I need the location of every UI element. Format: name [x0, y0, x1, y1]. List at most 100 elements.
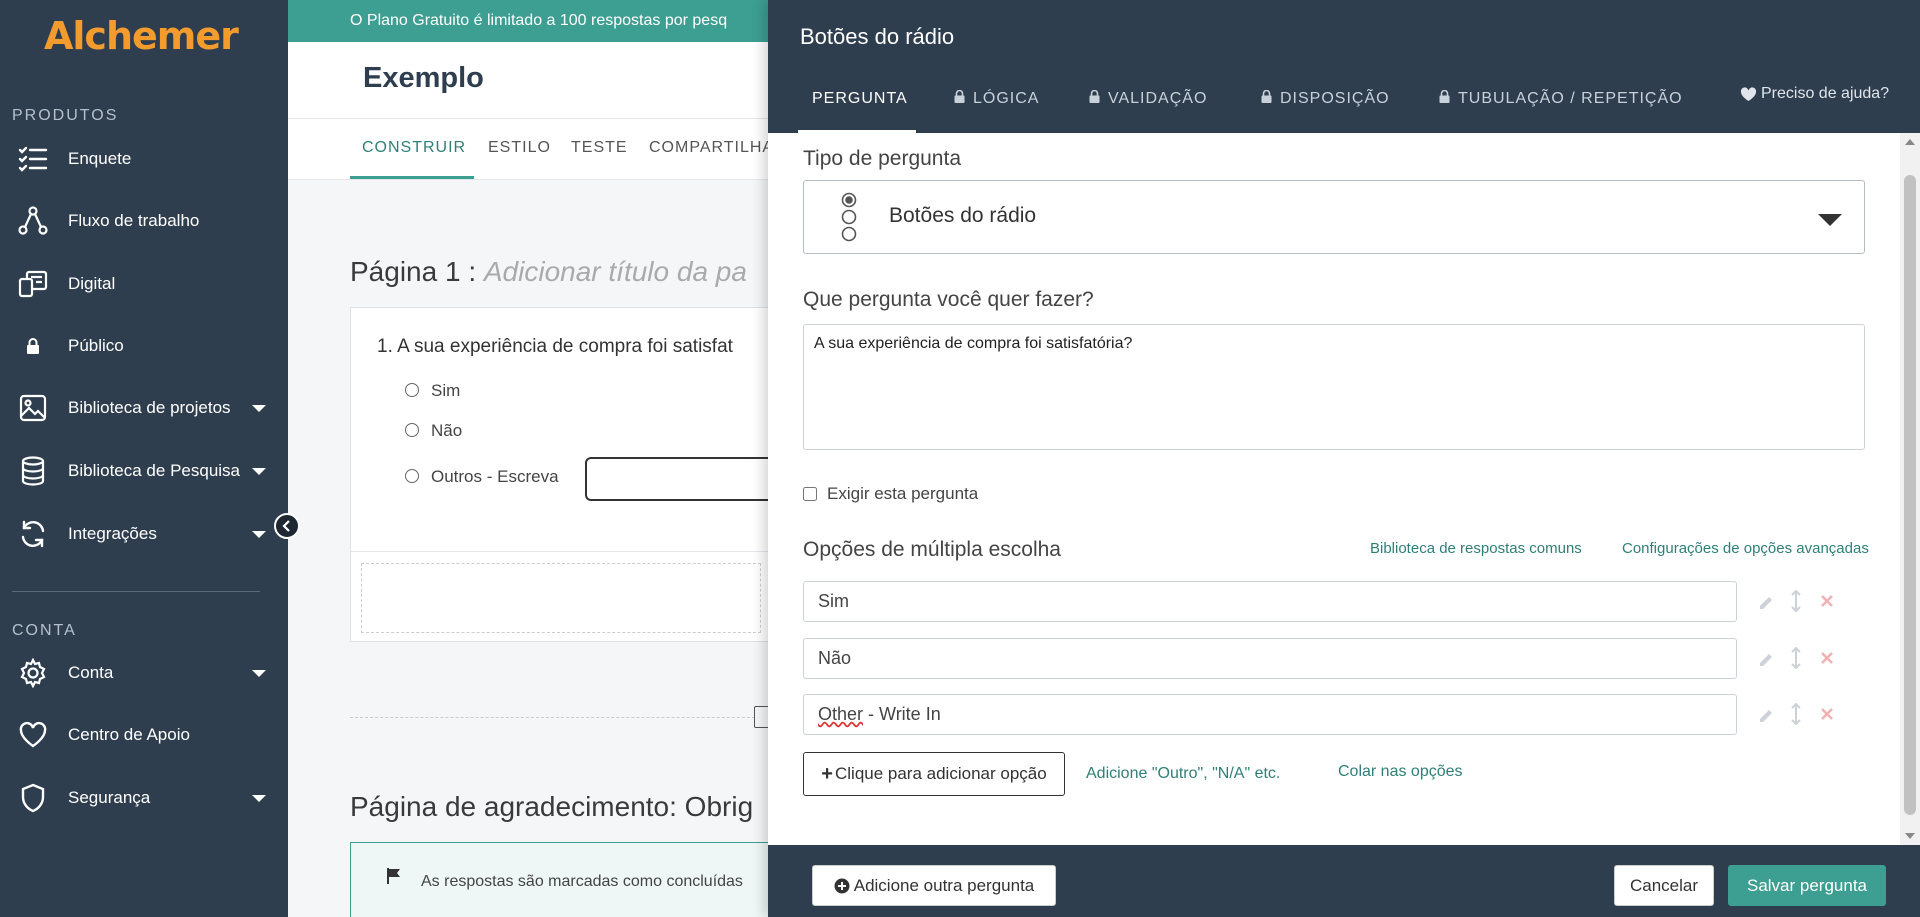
sidebar: Alchemer PRODUTOS Enquete Fluxo de traba…: [0, 0, 288, 917]
sidebar-item-integracoes[interactable]: Integrações: [0, 514, 288, 554]
sidebar-divider: [12, 591, 260, 592]
require-question-checkbox-row[interactable]: Exigir esta pergunta: [803, 484, 978, 504]
radio-button[interactable]: [405, 469, 419, 483]
delete-icon[interactable]: [1820, 707, 1834, 726]
tab-label: TUBULAÇÃO / REPETIÇÃO: [1458, 90, 1683, 107]
add-option-label: Clique para adicionar opção: [834, 764, 1047, 783]
radio-button[interactable]: [405, 383, 419, 397]
survey-title[interactable]: Exemplo: [363, 62, 484, 95]
sidebar-item-label: Biblioteca de Pesquisa: [68, 461, 241, 480]
write-in-input[interactable]: [585, 457, 785, 501]
lock-icon: [1261, 89, 1272, 108]
radio-button[interactable]: [405, 423, 419, 437]
sidebar-item-centro-apoio[interactable]: Centro de Apoio: [0, 715, 288, 755]
add-another-question-button[interactable]: Adicione outra pergunta: [812, 865, 1056, 906]
digital-icon: [18, 269, 48, 299]
option-outros[interactable]: Outros - Escreva: [405, 467, 559, 487]
tab-construir[interactable]: CONSTRUIR: [362, 139, 466, 157]
sidebar-item-biblioteca-pesquisa[interactable]: Biblioteca de Pesquisa: [0, 451, 288, 491]
option-input-nao[interactable]: Não: [803, 638, 1737, 679]
chevron-down-icon: [252, 467, 266, 475]
thank-you-box[interactable]: As respostas são marcadas como concluída…: [350, 842, 770, 917]
sidebar-item-enquete[interactable]: Enquete: [0, 139, 288, 179]
thank-you-text: As respostas são marcadas como concluída…: [421, 873, 743, 890]
question-card[interactable]: 1. A sua experiência de compra foi satis…: [350, 307, 785, 642]
cancel-button[interactable]: Cancelar: [1614, 865, 1714, 906]
question-text-input[interactable]: A sua experiência de compra foi satisfat…: [803, 324, 1865, 450]
help-label: Preciso de ajuda?: [1761, 85, 1890, 102]
scroll-thumb[interactable]: [1904, 175, 1916, 815]
chevron-left-icon: [282, 520, 290, 532]
free-plan-banner: O Plano Gratuito é limitado a 100 respos…: [288, 0, 768, 42]
page-title-placeholder[interactable]: Adicionar título da pa: [484, 256, 747, 287]
dialog-body: Tipo de pergunta Botões do rádio Que per…: [768, 133, 1900, 845]
pencil-icon[interactable]: [1758, 650, 1776, 673]
common-answers-library-link[interactable]: Biblioteca de respostas comuns: [1370, 540, 1582, 557]
heart-icon: [1740, 86, 1757, 101]
option-input-other[interactable]: Other - Write In: [803, 694, 1737, 735]
alchemer-logo[interactable]: Alchemer: [44, 14, 239, 58]
require-question-checkbox[interactable]: [803, 487, 817, 501]
scroll-up-arrow[interactable]: [1905, 139, 1915, 145]
advanced-option-settings-link[interactable]: Configurações de opções avançadas: [1622, 540, 1869, 557]
tab-validacao[interactable]: VALIDAÇÃO: [1089, 89, 1208, 108]
tab-logica[interactable]: LÓGICA: [954, 89, 1039, 108]
dialog-scrollbar[interactable]: [1900, 133, 1920, 845]
delete-icon[interactable]: [1820, 594, 1834, 613]
tab-teste[interactable]: TESTE: [571, 139, 628, 157]
option-other-word: Other: [818, 704, 864, 724]
option-sim[interactable]: Sim: [405, 381, 460, 401]
tab-compartilhar[interactable]: COMPARTILHA: [649, 139, 774, 157]
sidebar-item-label: Enquete: [68, 149, 132, 168]
page-number-label: Página 1 :: [350, 256, 484, 287]
question-type-select[interactable]: Botões do rádio: [803, 180, 1865, 254]
drag-handle-icon[interactable]: [1791, 646, 1801, 674]
divider: [351, 551, 771, 552]
multiple-choice-label: Opções de múltipla escolha: [803, 538, 1061, 561]
tab-tubulacao-repeticao[interactable]: TUBULAÇÃO / REPETIÇÃO: [1439, 89, 1683, 108]
sidebar-item-biblioteca-projetos[interactable]: Biblioteca de projetos: [0, 388, 288, 428]
tab-label: PERGUNTA: [812, 90, 908, 107]
delete-icon[interactable]: [1820, 651, 1834, 670]
thank-you-heading: Página de agradecimento: Obrig: [350, 791, 754, 822]
scroll-down-arrow[interactable]: [1905, 833, 1915, 839]
lock-icon: [1439, 89, 1450, 108]
lock-icon: [18, 331, 48, 361]
question-text-label: Que pergunta você quer fazer?: [803, 288, 1094, 311]
sidebar-item-label: Segurança: [68, 788, 151, 807]
sidebar-item-conta[interactable]: Conta: [0, 653, 288, 693]
sidebar-item-publico[interactable]: Público: [0, 326, 288, 366]
chevron-down-icon: [252, 669, 266, 677]
option-label: Não: [431, 421, 463, 440]
tab-estilo[interactable]: ESTILO: [488, 139, 551, 157]
pencil-icon[interactable]: [1758, 706, 1776, 729]
section-label-account: CONTA: [12, 622, 77, 639]
drag-handle-icon[interactable]: [1791, 702, 1801, 730]
option-nao[interactable]: Não: [405, 421, 462, 441]
option-input-sim[interactable]: Sim: [803, 581, 1737, 622]
drop-zone[interactable]: [361, 563, 761, 633]
sidebar-item-label: Centro de Apoio: [68, 725, 190, 744]
add-option-button[interactable]: + Clique para adicionar opção: [803, 752, 1065, 796]
sidebar-item-seguranca[interactable]: Segurança: [0, 778, 288, 818]
tab-disposicao[interactable]: DISPOSIÇÃO: [1261, 89, 1390, 108]
drag-handle-icon[interactable]: [1791, 589, 1801, 617]
sidebar-item-workflow[interactable]: Fluxo de trabalho: [0, 201, 288, 241]
pencil-icon[interactable]: [1758, 593, 1776, 616]
collapse-sidebar-button[interactable]: [274, 513, 300, 539]
tab-pergunta[interactable]: PERGUNTA: [812, 90, 908, 108]
help-link[interactable]: Preciso de ajuda?: [1740, 85, 1889, 103]
option-label: Sim: [431, 381, 461, 400]
survey-header: Exemplo: [288, 42, 768, 118]
sidebar-item-label: Integrações: [68, 524, 157, 543]
save-question-button[interactable]: Salvar pergunta: [1728, 865, 1886, 906]
paste-options-link[interactable]: Colar nas opções: [1338, 763, 1463, 781]
add-other-na-link[interactable]: Adicione "Outro", "N/A" etc.: [1086, 765, 1280, 783]
tab-label: VALIDAÇÃO: [1108, 90, 1208, 107]
shield-icon: [18, 783, 48, 813]
sync-icon: [18, 519, 48, 549]
lock-icon: [954, 89, 965, 108]
sidebar-item-label: Digital: [68, 274, 116, 293]
sidebar-item-digital[interactable]: Digital: [0, 264, 288, 304]
question-type-value: Botões do rádio: [889, 204, 1037, 227]
